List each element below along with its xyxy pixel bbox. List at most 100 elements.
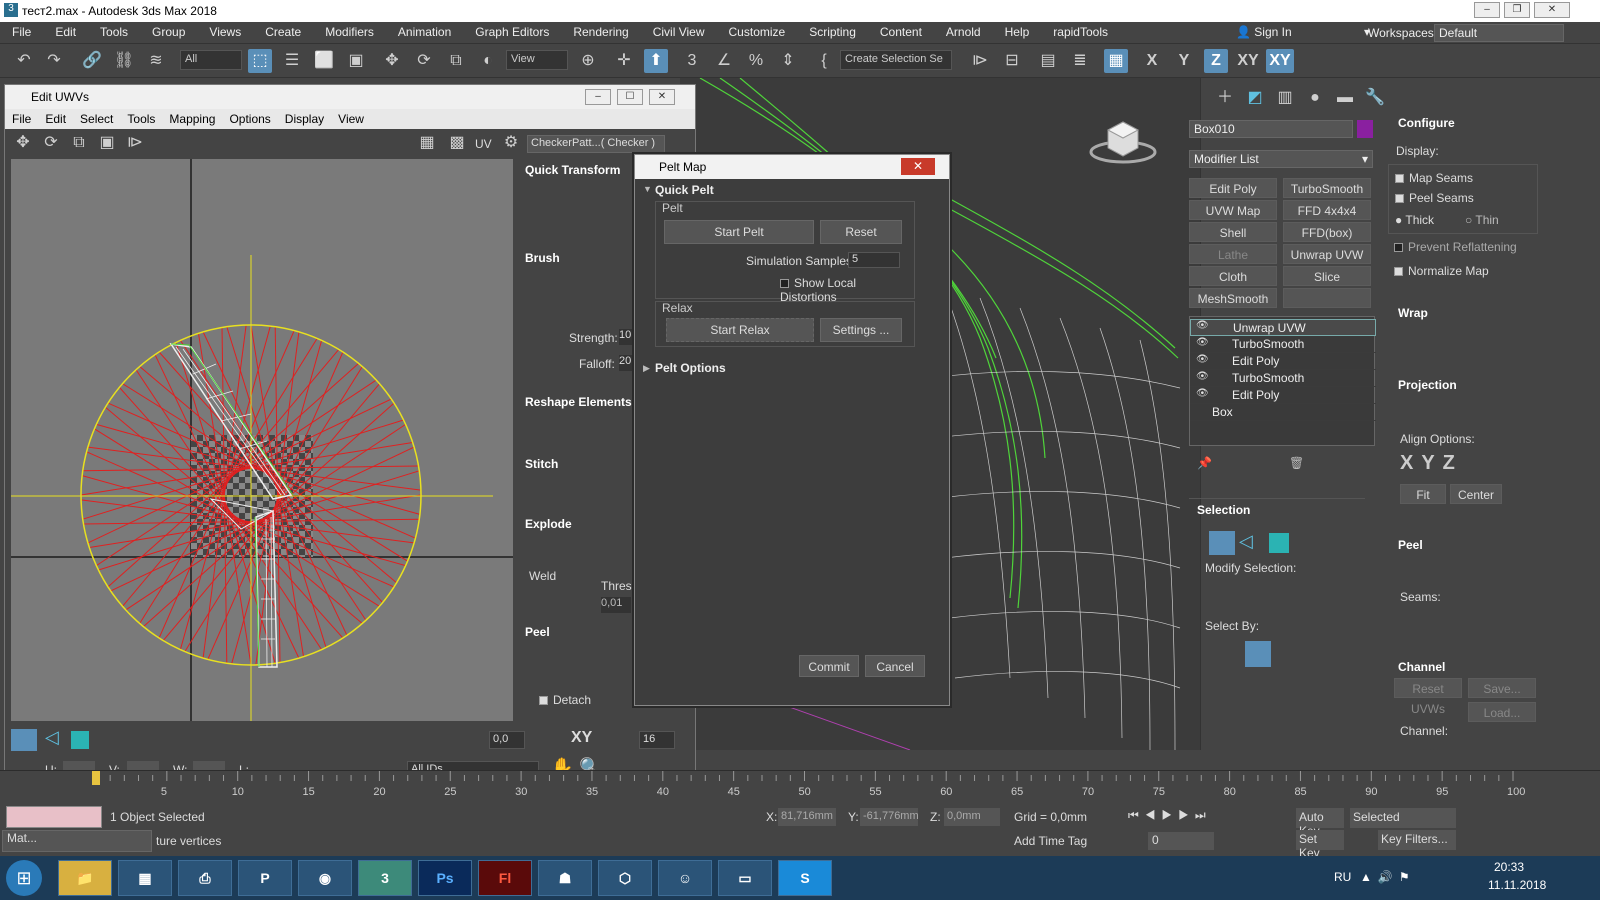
- remove-modifier-icon[interactable]: 🗑: [1289, 456, 1304, 470]
- stack-item-turbosmooth-2[interactable]: TurboSmooth: [1190, 370, 1376, 387]
- utilities-tab-icon[interactable]: 🔧: [1363, 86, 1387, 110]
- explorer-icon[interactable]: 📁: [58, 860, 112, 896]
- grid-count-input[interactable]: 16: [639, 731, 675, 749]
- modifier-ffdbox-button[interactable]: FFD(box): [1283, 222, 1371, 242]
- bind-spacewarp-icon[interactable]: ≋: [144, 49, 168, 73]
- discord-icon[interactable]: ☺: [658, 860, 712, 896]
- uvw-move-icon[interactable]: ✥: [11, 131, 35, 155]
- playback-controls[interactable]: ⏮◀▶▶⏭: [1128, 808, 1212, 823]
- uv-editor-canvas[interactable]: [11, 159, 513, 721]
- strength-input[interactable]: 10: [619, 329, 633, 345]
- menu-rapidtools[interactable]: rapidTools: [1041, 22, 1120, 44]
- select-by-element-icon[interactable]: [1245, 641, 1271, 667]
- modifier-slice-button[interactable]: Slice: [1283, 266, 1371, 286]
- menu-scripting[interactable]: Scripting: [797, 22, 868, 44]
- skype-icon[interactable]: S: [778, 860, 832, 896]
- timeline[interactable]: 5 10 15 20 25 30 35 40 45 50 55 60 65 70 75 80 85 90 95 100: [0, 770, 1600, 806]
- pelt-close-button[interactable]: ✕: [901, 158, 935, 175]
- stack-item-unwrap-uvw[interactable]: Unwrap UVW: [1190, 319, 1376, 336]
- object-color-swatch[interactable]: [1357, 120, 1373, 138]
- chrome-icon[interactable]: ◉: [298, 860, 352, 896]
- menu-create[interactable]: Create: [253, 22, 313, 44]
- modifier-meshsmooth-button[interactable]: MeshSmooth: [1189, 288, 1277, 308]
- image-viewer-icon[interactable]: ▭: [718, 860, 772, 896]
- uvw-settings-icon[interactable]: ⚙: [499, 131, 523, 155]
- layer-explorer-icon[interactable]: ▤: [1036, 49, 1060, 73]
- thin-radio[interactable]: ○ Thin: [1465, 213, 1499, 227]
- uvw-menu-select[interactable]: Select: [73, 109, 120, 129]
- window-crossing-icon[interactable]: ▣: [344, 49, 368, 73]
- quick-transform-rollout-title[interactable]: Quick Transform: [517, 159, 633, 177]
- thresh-input[interactable]: 0,01: [601, 597, 631, 613]
- reset-uvws-button[interactable]: Reset UVWs: [1394, 678, 1462, 716]
- curve-editor-icon[interactable]: ▦: [1104, 49, 1128, 73]
- set-key-button[interactable]: Set Key: [1296, 830, 1344, 860]
- start-button-icon[interactable]: ⊞: [6, 860, 42, 896]
- reset-button[interactable]: Reset: [820, 220, 902, 244]
- select-manipulate-icon[interactable]: ✛: [612, 49, 636, 73]
- uvw-menu-mapping[interactable]: Mapping: [162, 109, 222, 129]
- eye-icon[interactable]: 👁: [1196, 320, 1209, 331]
- redo-icon[interactable]: ↷: [42, 49, 66, 73]
- uvw-close-button[interactable]: ✕: [649, 89, 675, 105]
- scale-icon[interactable]: ⧉: [444, 49, 468, 73]
- falloff-input[interactable]: 20: [619, 355, 633, 371]
- checker-pattern-select[interactable]: CheckerPatt...( Checker ): [527, 135, 665, 153]
- menu-edit[interactable]: Edit: [43, 22, 88, 44]
- pivot-center-icon[interactable]: ⊕: [576, 49, 600, 73]
- pelt-options-rollout-title[interactable]: Pelt Options: [655, 361, 726, 375]
- minimize-button[interactable]: ‒: [1474, 2, 1500, 18]
- uvw-mirror-icon[interactable]: ⧐: [123, 131, 147, 155]
- uvw-menu-options[interactable]: Options: [222, 109, 277, 129]
- rect-selection-icon[interactable]: ⬜: [312, 49, 336, 73]
- add-time-tag-text[interactable]: Add Time Tag: [1014, 834, 1087, 848]
- undo-icon[interactable]: ↶: [12, 49, 36, 73]
- current-frame-input[interactable]: 0: [1148, 832, 1214, 850]
- uvw-menu-file[interactable]: File: [5, 109, 38, 129]
- menu-modifiers[interactable]: Modifiers: [313, 22, 386, 44]
- tray-icons[interactable]: ▲🔊⚑: [1360, 870, 1416, 884]
- modifier-shell-button[interactable]: Shell: [1189, 222, 1277, 242]
- key-mode-select[interactable]: Selected: [1350, 808, 1456, 828]
- peel-rollout-title[interactable]: Peel: [517, 621, 550, 639]
- maxscript-listener-box[interactable]: [6, 806, 102, 828]
- modify-tab-icon[interactable]: ◩: [1243, 86, 1267, 110]
- menu-views[interactable]: Views: [197, 22, 253, 44]
- uvw-freeform-icon[interactable]: ▣: [95, 131, 119, 155]
- keyboard-shortcut-override-icon[interactable]: ⬆: [644, 49, 668, 73]
- show-local-distortions-checkbox[interactable]: Show Local Distortions: [780, 276, 914, 304]
- calculator-icon[interactable]: ▦: [118, 860, 172, 896]
- stack-item-turbosmooth[interactable]: TurboSmooth: [1190, 336, 1376, 353]
- eye-icon[interactable]: 👁: [1196, 371, 1209, 382]
- percent-snap-icon[interactable]: %: [744, 49, 768, 73]
- select-by-name-icon[interactable]: ☰: [280, 49, 304, 73]
- thick-radio[interactable]: ● Thick: [1395, 213, 1434, 227]
- uvw-menu-tools[interactable]: Tools: [120, 109, 162, 129]
- axis-x-button[interactable]: X: [1140, 49, 1164, 73]
- scanner-icon[interactable]: ⎙: [178, 860, 232, 896]
- modifier-lathe-button[interactable]: Lathe: [1189, 244, 1277, 264]
- edit-named-selection-icon[interactable]: {: [812, 49, 836, 73]
- projection-rollout-title[interactable]: Projection: [1390, 374, 1457, 392]
- uvw-menu-edit[interactable]: Edit: [38, 109, 73, 129]
- menu-file[interactable]: File: [0, 22, 43, 44]
- photoshop-icon[interactable]: Ps: [418, 860, 472, 896]
- uvw-vertex-mode-icon[interactable]: [11, 729, 37, 751]
- restore-button[interactable]: ❐: [1504, 2, 1530, 18]
- material-editor-tab[interactable]: Mat...: [2, 830, 152, 852]
- quick-pelt-rollout-title[interactable]: Quick Pelt: [655, 183, 714, 197]
- modifier-uvw-map-button[interactable]: UVW Map: [1189, 200, 1277, 220]
- modifier-turbosmooth-button[interactable]: TurboSmooth: [1283, 178, 1371, 198]
- uvw-menu-view[interactable]: View: [331, 109, 371, 129]
- wrap-rollout-title[interactable]: Wrap: [1390, 302, 1428, 320]
- axis-xy-cycle-button[interactable]: XY: [1266, 49, 1294, 73]
- key-filters-button[interactable]: Key Filters...: [1378, 830, 1456, 850]
- ribbon-icon[interactable]: ≣: [1068, 49, 1092, 73]
- peel-rollout-title[interactable]: Peel: [1390, 534, 1423, 552]
- display-tab-icon[interactable]: ▬: [1333, 86, 1357, 110]
- stitch-rollout-title[interactable]: Stitch: [517, 453, 558, 471]
- background-toggle-icon[interactable]: ▩: [445, 131, 469, 155]
- checker-display-icon[interactable]: ▦: [415, 131, 439, 155]
- uvw-maximize-button[interactable]: ☐: [617, 89, 643, 105]
- uvw-face-mode-icon[interactable]: [71, 731, 89, 749]
